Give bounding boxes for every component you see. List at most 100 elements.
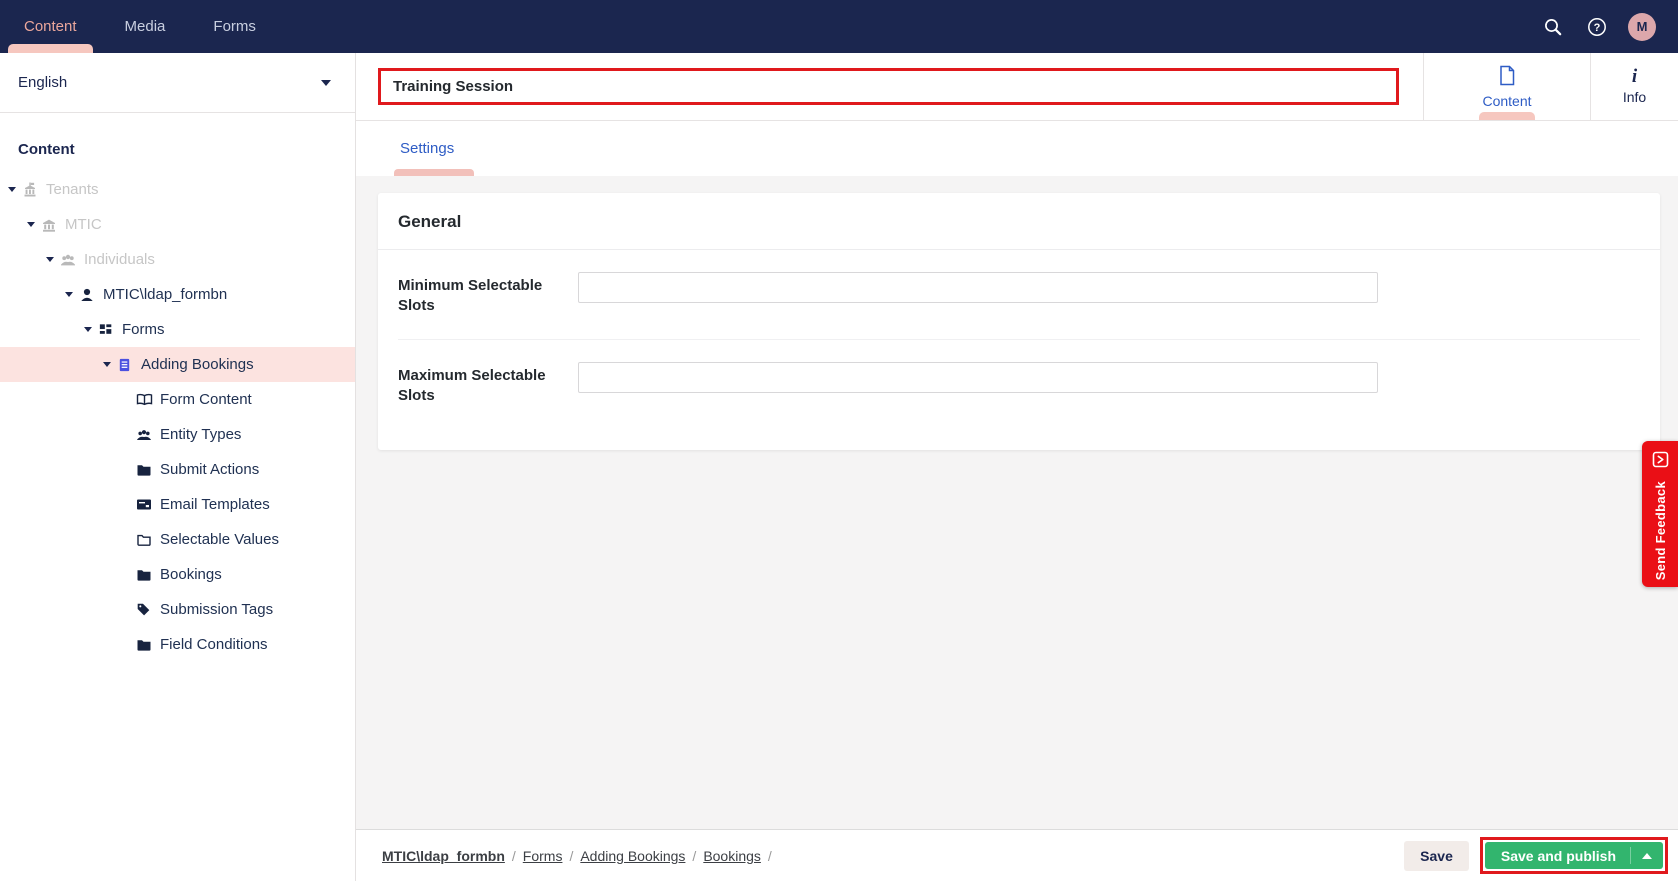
top-nav-sections: Content Media Forms — [0, 0, 280, 53]
help-icon[interactable]: ? — [1584, 14, 1610, 40]
top-nav-utilities: ? M — [1540, 0, 1678, 53]
editor-subtabs: Settings — [356, 121, 1678, 176]
tree-item-label: Individuals — [84, 251, 155, 268]
folder-icon — [136, 638, 160, 652]
tree-item-label: Bookings — [160, 566, 222, 583]
tab-content[interactable]: Content — [1424, 53, 1590, 120]
caret-down-icon[interactable] — [27, 222, 41, 227]
caret-down-icon[interactable] — [65, 292, 79, 297]
tree-item-submit-actions[interactable]: Submit Actions — [0, 452, 355, 487]
caret-down-icon[interactable] — [46, 257, 60, 262]
breadcrumb-link[interactable]: Adding Bookings — [580, 848, 685, 864]
search-icon[interactable] — [1540, 14, 1566, 40]
footer-actions: Save Save and publish — [1404, 837, 1668, 874]
field-row-minimum-selectable-slots: Minimum Selectable Slots — [378, 250, 1660, 335]
tab-info[interactable]: i Info — [1590, 53, 1678, 120]
caret-down-icon[interactable] — [103, 362, 117, 367]
breadcrumb-link[interactable]: MTIC\ldap_formbn — [382, 848, 505, 864]
breadcrumb-separator: / — [692, 848, 696, 864]
svg-text:?: ? — [1594, 22, 1601, 34]
save-button[interactable]: Save — [1404, 841, 1469, 871]
breadcrumb-separator: / — [569, 848, 573, 864]
tenants-building-icon — [22, 182, 46, 198]
grid-icon — [98, 322, 122, 337]
chevron-up-icon[interactable] — [1642, 853, 1652, 859]
nav-tab-forms[interactable]: Forms — [189, 0, 280, 53]
save-and-publish-button[interactable]: Save and publish — [1485, 842, 1663, 869]
folder-icon — [136, 568, 160, 582]
user-icon — [79, 287, 103, 303]
tree-item-entity-types[interactable]: Entity Types — [0, 417, 355, 452]
language-dropdown[interactable]: English — [0, 53, 355, 113]
field-row-maximum-selectable-slots: Maximum Selectable Slots — [378, 340, 1660, 425]
tree-item-email-templates[interactable]: Email Templates — [0, 487, 355, 522]
maximum-selectable-slots-input[interactable] — [578, 362, 1378, 393]
title-annotation-highlight — [378, 68, 1399, 105]
tree-item-forms[interactable]: Forms — [0, 312, 355, 347]
send-feedback-label: Send Feedback — [1653, 481, 1668, 580]
active-tab-indicator — [8, 44, 93, 53]
tree-item-label: Tenants — [46, 181, 99, 198]
tree-item-label: Form Content — [160, 391, 252, 408]
tree-item-label: Field Conditions — [160, 636, 268, 653]
tree-item-label: Forms — [122, 321, 165, 338]
caret-down-icon[interactable] — [8, 187, 22, 192]
field-label: Minimum Selectable Slots — [398, 272, 578, 317]
tree-item-mtic[interactable]: MTIC — [0, 207, 355, 242]
caret-down-icon[interactable] — [84, 327, 98, 332]
user-avatar[interactable]: M — [1628, 13, 1656, 41]
language-label: English — [18, 74, 67, 91]
active-subtab-indicator — [394, 169, 474, 176]
bank-icon — [41, 217, 65, 233]
nav-tab-content-label: Content — [24, 18, 77, 35]
tab-content-label: Content — [1482, 93, 1531, 109]
tree-item-label: MTIC\ldap_formbn — [103, 286, 227, 303]
main-layout: English Content Tenants MTIC — [0, 53, 1678, 881]
section-title: General — [378, 193, 1660, 250]
tree-item-bookings[interactable]: Bookings — [0, 557, 355, 592]
save-and-publish-label: Save and publish — [1485, 848, 1630, 864]
tree-item-selectable-values[interactable]: Selectable Values — [0, 522, 355, 557]
editor-panel: Content i Info Settings General Minimum … — [356, 53, 1678, 881]
tab-settings[interactable]: Settings — [394, 121, 460, 176]
chevron-down-icon — [321, 80, 331, 86]
active-tab-indicator — [1479, 112, 1535, 120]
tag-icon — [136, 602, 160, 617]
send-icon — [1652, 451, 1669, 473]
tree-item-label: Submission Tags — [160, 601, 273, 618]
tree-item-label: Entity Types — [160, 426, 241, 443]
content-tree-sidebar: English Content Tenants MTIC — [0, 53, 356, 881]
info-icon: i — [1632, 69, 1637, 85]
tree-item-label: MTIC — [65, 216, 102, 233]
editor-content-area: General Minimum Selectable Slots Maximum… — [356, 176, 1678, 829]
tree-section-title: Content — [0, 113, 355, 172]
nav-tab-media[interactable]: Media — [101, 0, 190, 53]
minimum-selectable-slots-input[interactable] — [578, 272, 1378, 303]
tree-item-label: Adding Bookings — [141, 356, 254, 373]
tree-item-field-conditions[interactable]: Field Conditions — [0, 627, 355, 662]
breadcrumb-link[interactable]: Bookings — [703, 848, 761, 864]
tree-item-submission-tags[interactable]: Submission Tags — [0, 592, 355, 627]
tree-item-form-content[interactable]: Form Content — [0, 382, 355, 417]
nav-tab-content[interactable]: Content — [0, 0, 101, 53]
tree-item-individuals[interactable]: Individuals — [0, 242, 355, 277]
tab-info-label: Info — [1623, 89, 1646, 105]
editor-app-tabs: Content i Info — [1423, 53, 1678, 120]
tree-item-mtic-ldap-formbn[interactable]: MTIC\ldap_formbn — [0, 277, 355, 312]
people-group-icon — [136, 427, 160, 443]
tab-settings-label: Settings — [400, 140, 454, 157]
title-wrap — [356, 53, 1399, 120]
tree-item-tenants[interactable]: Tenants — [0, 172, 355, 207]
document-icon — [1498, 65, 1516, 89]
breadcrumb: MTIC\ldap_formbn / Forms / Adding Bookin… — [382, 848, 772, 864]
field-label: Maximum Selectable Slots — [398, 362, 578, 407]
editor-header: Content i Info — [356, 53, 1678, 121]
people-group-icon — [60, 252, 84, 268]
breadcrumb-separator: / — [768, 848, 772, 864]
document-title-input[interactable] — [381, 78, 1396, 95]
tree-item-label: Email Templates — [160, 496, 270, 513]
send-feedback-button[interactable]: Send Feedback — [1642, 441, 1678, 587]
breadcrumb-link[interactable]: Forms — [523, 848, 563, 864]
tree-item-adding-bookings[interactable]: Adding Bookings — [0, 347, 355, 382]
general-section-card: General Minimum Selectable Slots Maximum… — [378, 193, 1660, 450]
